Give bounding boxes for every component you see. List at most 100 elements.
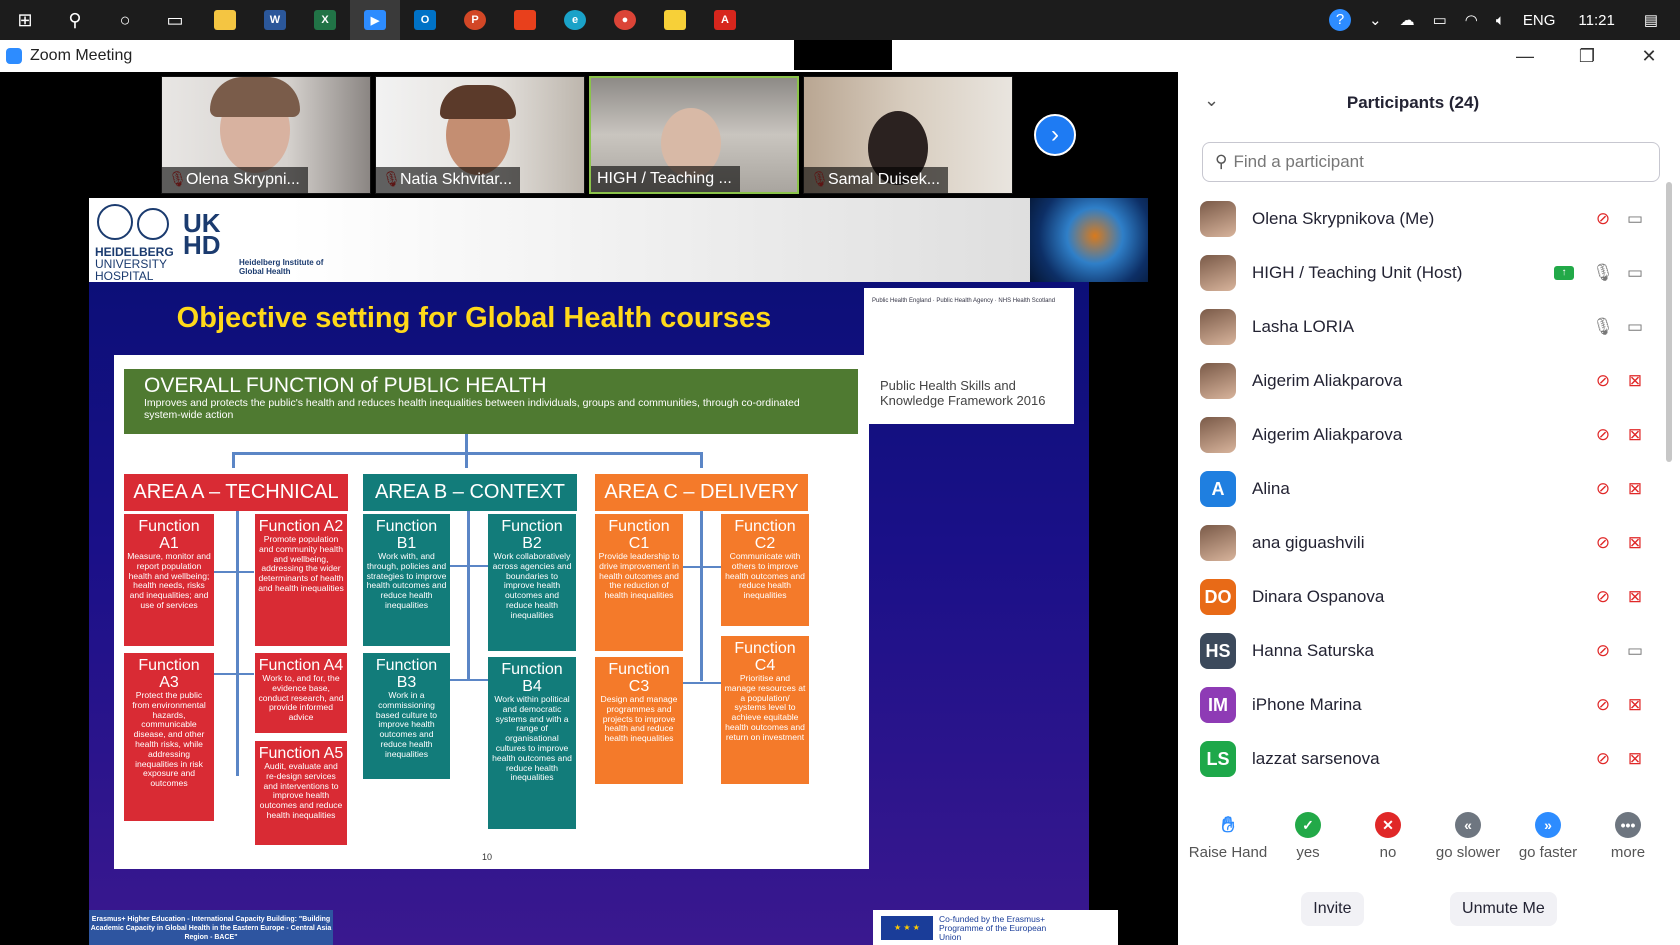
acrobat-icon[interactable]: A: [700, 0, 750, 40]
file-explorer-icon[interactable]: [200, 0, 250, 40]
weather-icon[interactable]: ☁: [1400, 11, 1415, 29]
video-tile[interactable]: 🎙︎ Samal Duisek...: [803, 76, 1013, 194]
participant-row[interactable]: Aigerim Aliakparova ⊘ ⊠: [1178, 354, 1656, 408]
video-tile[interactable]: 🎙︎ Natia Skhvitar...: [375, 76, 585, 194]
video-icon[interactable]: ▭: [1624, 317, 1646, 337]
reaction-no-button[interactable]: ✕ no: [1348, 812, 1428, 872]
reaction-go-faster-button[interactable]: » go faster: [1508, 812, 1588, 872]
overall-function-box: OVERALL FUNCTION of PUBLIC HEALTH Improv…: [124, 369, 858, 434]
connector: [465, 434, 468, 454]
mic-icon[interactable]: 🎙︎: [1592, 263, 1614, 283]
edge-icon[interactable]: e: [550, 0, 600, 40]
zoom-icon[interactable]: ▶: [350, 0, 400, 40]
function-a1: Function A1 Measure, monitor and report p…: [124, 514, 214, 646]
excel-icon[interactable]: X: [300, 0, 350, 40]
function-title: Function B3: [375, 657, 438, 691]
participant-search-input[interactable]: ⚲ Find a participant: [1202, 142, 1660, 182]
zoom-logo-icon: [6, 48, 22, 64]
video-off-icon[interactable]: ⊠: [1624, 425, 1646, 445]
mic-muted-icon[interactable]: ⊘: [1592, 371, 1614, 391]
function-b3: Function B3 Work in a commissioning based…: [363, 653, 450, 779]
volume-icon[interactable]: 🔈︎: [1496, 12, 1505, 29]
participant-row[interactable]: A Alina ⊘ ⊠: [1178, 462, 1656, 516]
chrome-icon[interactable]: ●: [600, 0, 650, 40]
participant-row[interactable]: Lasha LORIA 🎙︎ ▭: [1178, 300, 1656, 354]
function-title: Function C1: [608, 518, 670, 552]
participant-row[interactable]: LS lazzat sarsenova ⊘ ⊠: [1178, 732, 1656, 786]
mic-muted-icon[interactable]: ⊘: [1592, 425, 1614, 445]
framework-logos: Public Health England · Public Health Ag…: [872, 298, 1056, 304]
reaction-more-button[interactable]: ••• more: [1588, 812, 1668, 872]
mic-muted-icon[interactable]: ⊘: [1592, 587, 1614, 607]
mic-muted-icon[interactable]: ⊘: [1592, 209, 1614, 229]
mic-muted-icon[interactable]: ⊘: [1592, 479, 1614, 499]
chevron-right-icon: ›: [1051, 121, 1059, 148]
powerpoint-icon[interactable]: P: [450, 0, 500, 40]
help-icon[interactable]: ?: [1328, 9, 1351, 31]
function-desc: Communicate with others to improve healt…: [725, 551, 805, 601]
video-off-icon[interactable]: ⊠: [1624, 371, 1646, 391]
video-tile-active-speaker[interactable]: HIGH / Teaching ...: [589, 76, 799, 194]
outlook-icon[interactable]: O: [400, 0, 450, 40]
invite-button[interactable]: Invite: [1301, 892, 1364, 926]
next-page-button[interactable]: ›: [1034, 114, 1076, 156]
task-view-icon[interactable]: ▭: [150, 0, 200, 40]
mic-muted-icon[interactable]: ⊘: [1592, 641, 1614, 661]
unmute-me-button[interactable]: Unmute Me: [1450, 892, 1557, 926]
video-tile[interactable]: 🎙︎ Olena Skrypni...: [161, 76, 371, 194]
mic-muted-icon[interactable]: ⊘: [1592, 533, 1614, 553]
office-icon[interactable]: [500, 0, 550, 40]
video-icon[interactable]: ▭: [1624, 641, 1646, 661]
participant-row[interactable]: DO Dinara Ospanova ⊘ ⊠: [1178, 570, 1656, 624]
sticky-notes-icon[interactable]: [650, 0, 700, 40]
eu-flag-icon: ★ ★ ★: [881, 916, 933, 940]
mic-muted-icon[interactable]: ⊘: [1592, 749, 1614, 769]
reaction-raise-hand-button[interactable]: ✋︎ Raise Hand: [1188, 812, 1268, 872]
participant-row[interactable]: IM iPhone Marina ⊘ ⊠: [1178, 678, 1656, 732]
participant-list-scrollbar[interactable]: [1666, 182, 1672, 462]
participant-row[interactable]: ana giguashvili ⊘ ⊠: [1178, 516, 1656, 570]
participant-list: Olena Skrypnikova (Me) ⊘ ▭ HIGH / Teaching …: [1178, 192, 1656, 862]
minimize-button[interactable]: —: [1494, 40, 1556, 72]
windows-start-icon[interactable]: ⊞: [0, 0, 50, 40]
slide-page-number: 10: [482, 852, 493, 862]
video-off-icon[interactable]: ⊠: [1624, 695, 1646, 715]
search-icon: ⚲: [1215, 152, 1228, 171]
slide-body: Objective setting for Global Health cour…: [89, 282, 1089, 945]
word-icon[interactable]: W: [250, 0, 300, 40]
clock[interactable]: 11:21: [1578, 12, 1614, 29]
reference-box: Public Health England · Public Health Ag…: [864, 288, 1074, 424]
participant-row[interactable]: HIGH / Teaching Unit (Host) ↑ 🎙︎ ▭: [1178, 246, 1656, 300]
video-off-icon[interactable]: ⊠: [1624, 479, 1646, 499]
cortana-icon[interactable]: ○: [100, 0, 150, 40]
framework-diagram: OVERALL FUNCTION of PUBLIC HEALTH Improv…: [114, 355, 869, 869]
battery-icon[interactable]: ▭: [1433, 11, 1447, 29]
connector: [467, 511, 470, 681]
video-off-icon[interactable]: ⊠: [1624, 533, 1646, 553]
chevron-up-icon[interactable]: ⌄: [1369, 11, 1382, 29]
wifi-icon[interactable]: ◠: [1465, 11, 1478, 29]
video-off-icon[interactable]: ⊠: [1624, 749, 1646, 769]
function-desc: Work collaboratively across agencies and…: [492, 551, 572, 620]
close-button[interactable]: ✕: [1618, 40, 1680, 72]
reference-text: Public Health Skills and Knowledge Frame…: [880, 378, 1046, 408]
reaction-go-slower-button[interactable]: « go slower: [1428, 812, 1508, 872]
avatar: [1200, 255, 1236, 291]
video-icon[interactable]: ▭: [1624, 209, 1646, 229]
restore-button[interactable]: ❐: [1556, 40, 1618, 72]
participant-row[interactable]: Aigerim Aliakparova ⊘ ⊠: [1178, 408, 1656, 462]
function-b2: Function B2 Work collaboratively across a…: [488, 514, 576, 651]
search-icon[interactable]: ⚲: [50, 0, 100, 40]
function-c4: Function C4 Prioritise and manage resourc…: [721, 636, 809, 784]
reaction-yes-button[interactable]: ✓ yes: [1268, 812, 1348, 872]
participant-row[interactable]: Olena Skrypnikova (Me) ⊘ ▭: [1178, 192, 1656, 246]
video-off-icon[interactable]: ⊠: [1624, 587, 1646, 607]
notifications-icon[interactable]: ▤: [1644, 11, 1658, 29]
eu-cofunded-footer: ★ ★ ★ Co-funded by the Erasmus+ Programm…: [873, 910, 1118, 945]
video-icon[interactable]: ▭: [1624, 263, 1646, 283]
language-indicator[interactable]: ENG: [1523, 12, 1556, 29]
participant-row[interactable]: HS Hanna Saturska ⊘ ▭: [1178, 624, 1656, 678]
fast-forward-icon: »: [1535, 812, 1561, 838]
mic-icon[interactable]: 🎙︎: [1592, 317, 1614, 337]
mic-muted-icon[interactable]: ⊘: [1592, 695, 1614, 715]
